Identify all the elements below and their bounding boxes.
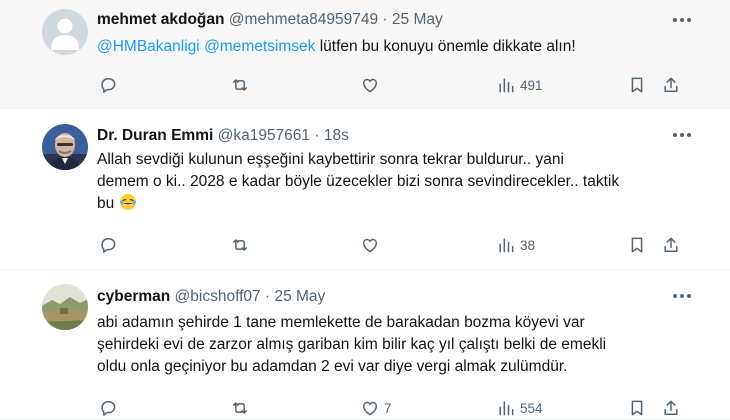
separator-dot: · [314,127,320,144]
views-button[interactable]: 554 [496,396,543,420]
laughing-tears-emoji-icon [119,193,137,211]
tweet-text-content: lütfen bu konuyu önemle dikkate alın! [315,38,576,55]
bookmark-icon [631,237,643,253]
reply-button[interactable] [98,396,122,420]
more-icon [673,294,691,298]
tweet-line: şehirdeki evi de zarzor almış gariban ki… [97,336,607,353]
more-icon [673,18,691,22]
landscape-avatar-icon [42,284,88,330]
avatar[interactable] [42,284,88,330]
mention-link[interactable]: @HMBakanligi [97,38,200,55]
heart-icon [363,401,377,416]
tweet-line: oldu onla geçiniyor bu adamdan 2 evi var… [97,358,568,375]
tweet-header: Dr. Duran Emmi @ka1957661 · 18s [97,127,349,145]
views-count: 491 [520,77,543,93]
separator-dot: · [382,11,388,28]
action-bar: 7 554 [97,396,700,420]
share-button[interactable] [661,233,681,257]
reply-icon [101,238,116,253]
author-handle[interactable]: @ka1957661 [218,127,310,144]
views-icon [499,238,514,253]
views-icon [499,401,514,416]
default-avatar-icon [42,9,88,55]
timestamp[interactable]: 25 May [274,288,325,305]
tweet-text: Allah sevdiği kulunun eşşeğini kaybettir… [97,149,697,215]
reply-button[interactable] [98,233,122,257]
retweet-icon [233,79,247,91]
author-handle[interactable]: @mehmeta84959749 [229,11,378,28]
share-icon [664,77,678,92]
likes-count: 7 [384,400,392,416]
retweet-button[interactable] [230,396,254,420]
tweet-line: abi adamın şehirde 1 tane memlekette de … [97,314,585,331]
mention-link[interactable]: @memetsimsek [204,38,315,55]
share-icon [664,400,678,415]
retweet-icon [233,239,247,251]
share-button[interactable] [661,73,681,97]
like-button[interactable] [360,73,384,97]
reply-button[interactable] [98,73,122,97]
views-count: 38 [520,237,536,253]
more-options-button[interactable] [670,8,694,32]
like-button[interactable]: 7 [360,396,392,420]
share-button[interactable] [661,396,681,420]
views-button[interactable]: 491 [496,73,543,97]
action-bar: 491 [97,73,700,97]
reply-icon [101,401,116,416]
timestamp[interactable]: 18s [324,127,349,144]
tweet-text: abi adamın şehirde 1 tane memlekette de … [97,312,697,378]
bookmark-button[interactable] [627,233,647,257]
bookmark-icon [631,400,643,416]
separator-dot: · [264,288,271,305]
tweet-line-last: bu [97,193,697,215]
tweet[interactable]: mehmet akdoğan @mehmeta84959749 · 25 May… [0,0,730,109]
retweet-icon [233,402,247,414]
author-name[interactable]: cyberman [97,288,170,305]
retweet-button[interactable] [230,233,254,257]
timestamp[interactable]: 25 May [392,11,443,28]
author-handle[interactable]: @bicshoff07 [175,288,261,305]
share-icon [664,237,678,252]
more-options-button[interactable] [670,123,694,147]
avatar[interactable] [42,9,88,55]
more-options-button[interactable] [670,284,694,308]
action-bar: 38 [97,233,700,257]
reply-icon [101,78,116,93]
bookmark-button[interactable] [627,73,647,97]
tweet-line: Allah sevdiği kulunun eşşeğini kaybettir… [97,151,564,168]
tweet-line: demem o ki.. 2028 e kadar böyle üzecekle… [97,173,620,190]
views-icon [499,78,514,93]
views-button[interactable]: 38 [496,233,535,257]
bookmark-button[interactable] [627,396,647,420]
author-name[interactable]: Dr. Duran Emmi [97,127,213,144]
views-count: 554 [520,400,543,416]
more-icon [673,133,691,137]
author-name[interactable]: mehmet akdoğan [97,11,224,28]
tweet-text: @HMBakanligi @memetsimsek lütfen bu konu… [97,36,697,58]
tweet[interactable]: cyberman @bicshoff07 · 25 May abi adamın… [0,270,730,420]
tweet-header: cyberman @bicshoff07 · 25 May [97,288,325,306]
bookmark-icon [631,77,643,93]
heart-icon [363,78,377,93]
tweet[interactable]: Dr. Duran Emmi @ka1957661 · 18s Allah se… [0,109,730,270]
like-button[interactable] [360,233,384,257]
heart-icon [363,238,377,253]
retweet-button[interactable] [230,73,254,97]
photo-avatar-icon [42,124,88,170]
tweet-header: mehmet akdoğan @mehmeta84959749 · 25 May [97,11,443,29]
avatar[interactable] [42,124,88,170]
